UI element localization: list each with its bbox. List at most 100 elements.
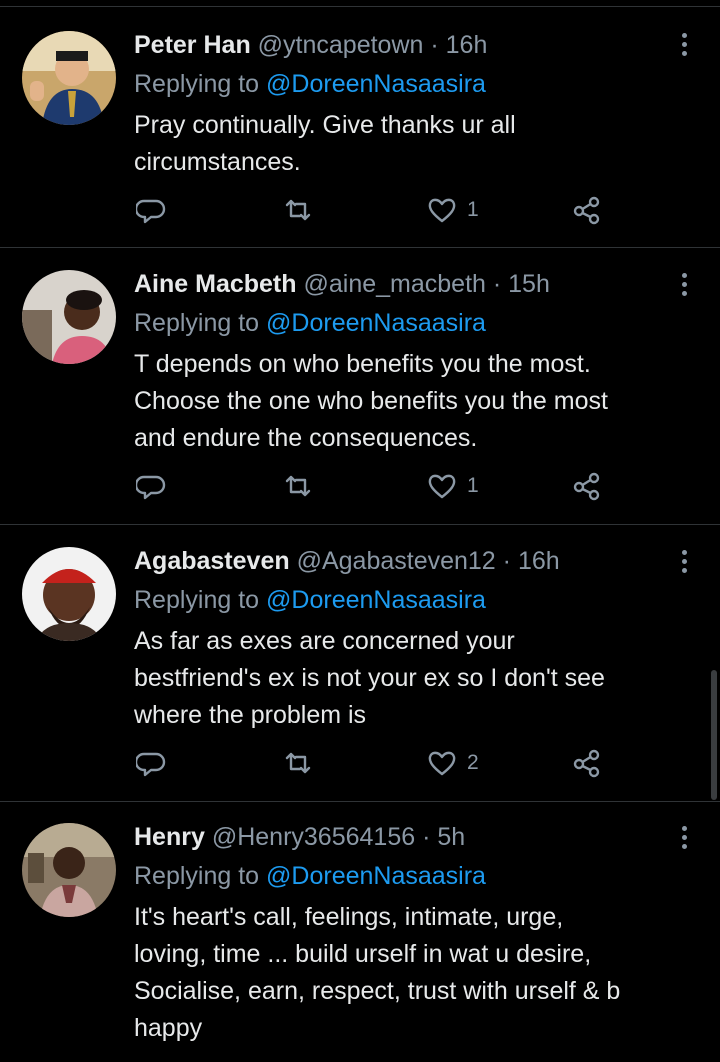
author-name[interactable]: Agabasteven: [134, 547, 290, 575]
tweet-text: It's heart's call, feelings, intimate, u…: [134, 899, 704, 1047]
author-handle[interactable]: @Henry36564156: [212, 823, 415, 851]
author-handle[interactable]: @Agabasteven12: [297, 547, 496, 575]
more-dot: [681, 290, 687, 296]
separator-dot: ·: [422, 823, 431, 851]
avatar[interactable]: [22, 823, 116, 917]
tweet-text: T depends on who benefits you the most. …: [134, 346, 704, 457]
share-button[interactable]: [572, 748, 602, 778]
mention-link[interactable]: @DoreenNasaasira: [266, 70, 486, 98]
timestamp[interactable]: 16h: [446, 31, 488, 59]
tweet-aine-macbeth[interactable]: Aine Macbeth @aine_macbeth · 15h Replyin…: [0, 248, 720, 525]
share-button[interactable]: [572, 471, 602, 501]
replying-to: Replying to @DoreenNasaasira: [134, 585, 486, 615]
like-button[interactable]: 1: [427, 471, 479, 501]
more-vertical-icon: [681, 825, 687, 831]
retweet-button[interactable]: [283, 195, 313, 225]
comment-icon: [136, 752, 166, 777]
separator-dot: ·: [430, 31, 439, 59]
comment-icon: [136, 199, 166, 224]
avatar[interactable]: [22, 270, 116, 364]
like-count: 2: [467, 751, 479, 774]
scrollbar-thumb[interactable]: [711, 670, 717, 800]
retweet-icon: [285, 475, 311, 497]
tweet-text-line: T depends on who benefits you the most.: [134, 350, 591, 378]
more-options-button[interactable]: [674, 269, 694, 299]
tweet-actions: 1: [0, 471, 720, 507]
tweet-text-line: happy: [134, 1014, 203, 1042]
mention-link[interactable]: @DoreenNasaasira: [266, 862, 486, 890]
tweet-text-line: Pray continually. Give thanks ur all: [134, 111, 516, 139]
tweet-text-line: As far as exes are concerned your: [134, 627, 515, 655]
like-count: 1: [467, 198, 479, 221]
like-button[interactable]: 2: [427, 748, 479, 778]
tweet-text-line: and endure the consequences.: [134, 424, 478, 452]
more-vertical-icon: [681, 549, 687, 555]
replying-to: Replying to @DoreenNasaasira: [134, 308, 486, 338]
replying-to-label: Replying to: [134, 309, 260, 337]
replying-to-label: Replying to: [134, 586, 260, 614]
timestamp[interactable]: 16h: [518, 547, 560, 575]
tweet-text-line: Socialise, earn, respect, trust with urs…: [134, 977, 621, 1005]
timestamp[interactable]: 15h: [508, 270, 550, 298]
more-dot: [681, 281, 687, 287]
author-handle[interactable]: @ytncapetown: [258, 31, 424, 59]
reply-button[interactable]: [136, 471, 166, 501]
tweet-text-line: loving, time ... build urself in wat u d…: [134, 940, 592, 968]
avatar-henry-image: [22, 823, 116, 917]
tweet-text: As far as exes are concerned your bestfr…: [134, 623, 704, 734]
author-handle[interactable]: @aine_macbeth: [303, 270, 485, 298]
author-name[interactable]: Henry: [134, 823, 205, 851]
avatar-aine-macbeth-image: [22, 270, 116, 364]
replying-to-label: Replying to: [134, 862, 260, 890]
avatar[interactable]: [22, 31, 116, 125]
avatar-agabasteven-image: [22, 547, 116, 641]
share-icon: [573, 749, 600, 778]
more-options-button[interactable]: [674, 29, 694, 59]
retweet-button[interactable]: [283, 471, 313, 501]
tweet-actions: 1: [0, 195, 720, 231]
tweet-text: Pray continually. Give thanks ur all cir…: [134, 107, 704, 181]
tweet-actions: 2: [0, 748, 720, 784]
author-name[interactable]: Aine Macbeth: [134, 270, 297, 298]
like-button[interactable]: 1: [427, 195, 479, 225]
replying-to: Replying to @DoreenNasaasira: [134, 69, 486, 99]
tweet-text-line: where the problem is: [134, 701, 367, 729]
replying-to-label: Replying to: [134, 70, 260, 98]
heart-icon: [428, 751, 456, 776]
heart-icon: [428, 198, 456, 223]
more-options-button[interactable]: [674, 546, 694, 576]
timestamp[interactable]: 5h: [437, 823, 465, 851]
reply-button[interactable]: [136, 195, 166, 225]
reply-button[interactable]: [136, 748, 166, 778]
avatar[interactable]: [22, 547, 116, 641]
tweet-peter-han[interactable]: Peter Han @ytncapetown · 16h Replying to…: [0, 7, 720, 248]
share-icon: [573, 196, 600, 225]
more-options-button[interactable]: [674, 822, 694, 852]
tweet-text-line: bestfriend's ex is not your ex so I don'…: [134, 664, 605, 692]
replying-to: Replying to @DoreenNasaasira: [134, 861, 486, 891]
more-vertical-icon: [681, 32, 687, 38]
tweet-text-line: circumstances.: [134, 148, 301, 176]
author-name[interactable]: Peter Han: [134, 31, 251, 59]
more-vertical-icon: [681, 272, 687, 278]
tweet-text-line: It's heart's call, feelings, intimate, u…: [134, 903, 564, 931]
retweet-button[interactable]: [283, 748, 313, 778]
more-dot: [681, 558, 687, 564]
tweet-henry[interactable]: Henry @Henry36564156 · 5h Replying to @D…: [0, 802, 720, 1062]
more-dot: [681, 41, 687, 47]
tweet-text-line: Choose the one who benefits you the most: [134, 387, 608, 415]
separator-dot: ·: [492, 270, 502, 298]
avatar-peter-han-image: [22, 31, 116, 125]
mention-link[interactable]: @DoreenNasaasira: [266, 309, 486, 337]
mention-link[interactable]: @DoreenNasaasira: [266, 586, 486, 614]
tweet-agabasteven[interactable]: Agabasteven @Agabasteven12 · 16h Replyin…: [0, 525, 720, 802]
like-count: 1: [467, 474, 479, 497]
more-dot: [681, 567, 687, 573]
share-icon: [573, 472, 600, 501]
more-dot: [681, 50, 687, 56]
more-dot: [681, 834, 687, 840]
comment-icon: [136, 475, 166, 500]
share-button[interactable]: [572, 195, 602, 225]
separator-dot: ·: [502, 547, 511, 575]
retweet-icon: [285, 752, 311, 774]
